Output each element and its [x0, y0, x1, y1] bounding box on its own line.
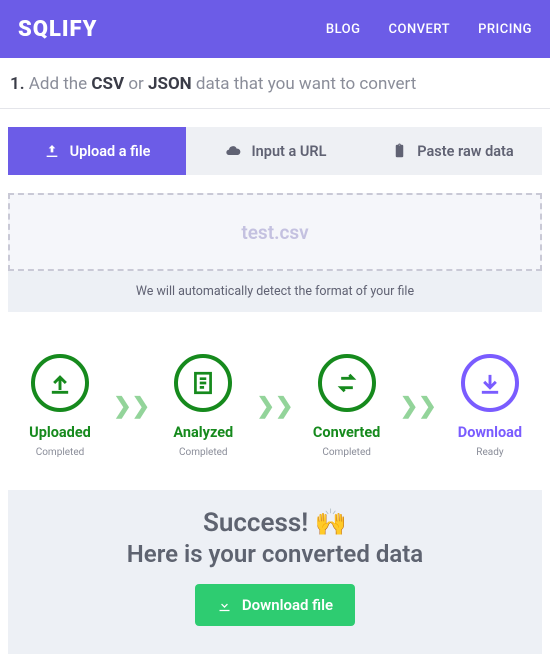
file-dropzone[interactable]: test.csv [8, 193, 542, 271]
header: SQLIFY BLOG CONVERT PRICING [0, 0, 550, 58]
step-label: Download [458, 424, 522, 441]
step-converted: Converted Completed [301, 354, 393, 458]
step-status: Completed [36, 447, 85, 458]
dropzone-filename: test.csv [241, 221, 308, 244]
nav-blog[interactable]: BLOG [326, 22, 361, 37]
step-status: Ready [476, 447, 503, 458]
upload-icon [31, 354, 89, 412]
step-status: Completed [322, 447, 371, 458]
document-icon [174, 354, 232, 412]
logo[interactable]: SQLIFY [18, 17, 97, 42]
download-button[interactable]: Download file [195, 584, 355, 626]
progress-steps: Uploaded Completed ❯❯ Analyzed Completed… [0, 312, 550, 480]
step-status: Completed [179, 447, 228, 458]
tab-label: Paste raw data [417, 143, 513, 160]
step-label: Uploaded [29, 424, 91, 441]
format-hint: We will automatically detect the format … [8, 271, 542, 312]
tab-input-url[interactable]: Input a URL [186, 127, 364, 175]
chevron-right-icon: ❯❯ [257, 394, 294, 419]
tab-label: Upload a file [70, 143, 151, 160]
nav: BLOG CONVERT PRICING [326, 22, 532, 37]
swap-icon [318, 354, 376, 412]
step-download: Download Ready [444, 354, 536, 458]
chevron-right-icon: ❯❯ [400, 394, 437, 419]
tab-upload-file[interactable]: Upload a file [8, 127, 186, 175]
success-title: Success! 🙌 [18, 508, 532, 538]
cloud-icon [224, 143, 242, 159]
download-icon [217, 598, 232, 613]
nav-convert[interactable]: CONVERT [389, 22, 451, 37]
upload-icon [44, 143, 60, 159]
download-icon [461, 354, 519, 412]
nav-pricing[interactable]: PRICING [478, 22, 532, 37]
tab-paste-data[interactable]: Paste raw data [364, 127, 542, 175]
step-1-title: 1. Add the CSV or JSON data that you wan… [0, 58, 550, 109]
step-number: 1. [10, 74, 25, 94]
download-button-label: Download file [242, 596, 333, 614]
chevron-right-icon: ❯❯ [113, 394, 150, 419]
step-uploaded: Uploaded Completed [14, 354, 106, 458]
paste-icon [392, 143, 407, 159]
tab-label: Input a URL [252, 143, 327, 160]
success-subtitle: Here is your converted data [18, 540, 532, 568]
input-tabs: Upload a file Input a URL Paste raw data [8, 127, 542, 175]
step-label: Converted [313, 424, 380, 441]
step-label: Analyzed [173, 424, 233, 441]
success-panel: Success! 🙌 Here is your converted data D… [8, 490, 542, 654]
step-analyzed: Analyzed Completed [157, 354, 249, 458]
